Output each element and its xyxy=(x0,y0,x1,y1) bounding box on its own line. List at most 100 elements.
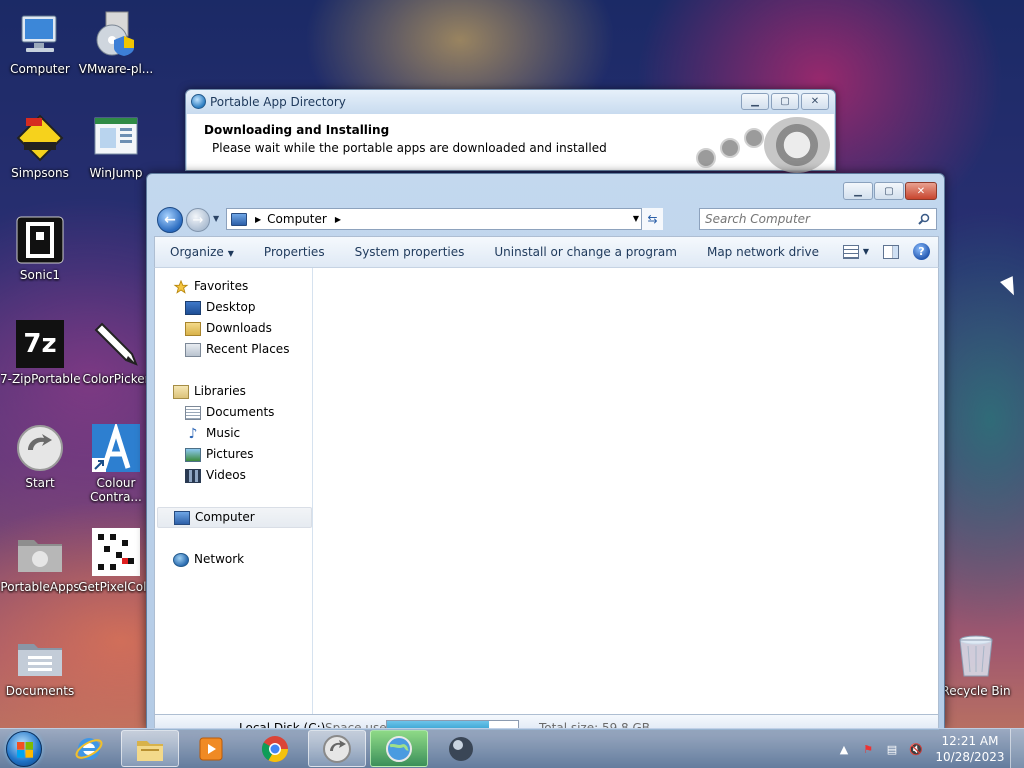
preview-pane-icon[interactable] xyxy=(883,244,899,259)
taskbar-sphere-app[interactable] xyxy=(432,730,490,767)
start-button[interactable] xyxy=(6,731,42,767)
desktop-icon-computer[interactable]: Computer xyxy=(0,10,80,76)
organize-button[interactable]: Organize ▼ xyxy=(155,245,249,259)
explorer-close-button[interactable]: ✕ xyxy=(905,182,937,200)
nav-computer[interactable]: Computer xyxy=(157,507,312,528)
nav-desktop-label: Desktop xyxy=(206,300,256,314)
properties-button[interactable]: Properties xyxy=(249,245,340,259)
address-dropdown-icon[interactable]: ▼ xyxy=(633,214,639,223)
volume-muted-icon[interactable]: 🔇 xyxy=(908,741,924,757)
desktop-icon-label: Start xyxy=(25,476,55,490)
network-status-icon[interactable]: ▤ xyxy=(884,741,900,757)
desktop-icon-label: Sonic1 xyxy=(19,268,61,282)
nav-desktop[interactable]: Desktop xyxy=(185,297,256,318)
taskbar-portable-app-directory[interactable] xyxy=(370,730,428,767)
nav-libraries[interactable]: Libraries xyxy=(173,381,246,402)
star-icon xyxy=(173,279,189,294)
desktop-icon-winjump[interactable]: WinJump xyxy=(76,114,156,180)
portable-app-directory-window[interactable]: Portable App Directory ▁ ▢ ✕ Downloading… xyxy=(185,89,836,173)
taskbar-explorer[interactable] xyxy=(121,730,179,767)
close-button[interactable]: ✕ xyxy=(801,93,829,110)
desktop-icon-portableapps[interactable]: PortableApps xyxy=(0,528,80,594)
view-options-chevron-icon[interactable]: ▼ xyxy=(863,247,869,256)
action-center-flag-icon[interactable]: ⚑ xyxy=(860,741,876,757)
search-box[interactable] xyxy=(699,208,937,230)
nav-documents[interactable]: Documents xyxy=(185,402,274,423)
show-hidden-icons-icon[interactable]: ▲ xyxy=(836,741,852,757)
taskbar-media-player[interactable] xyxy=(182,730,240,767)
uninstall-program-button[interactable]: Uninstall or change a program xyxy=(479,245,692,259)
minimize-icon: ▁ xyxy=(854,185,862,197)
contrast-analyser-icon xyxy=(92,421,140,472)
refresh-button[interactable]: ⇆ xyxy=(641,208,663,230)
recent-places-icon xyxy=(185,342,201,357)
clock-time: 12:21 AM xyxy=(941,734,999,748)
help-button[interactable]: ? xyxy=(913,243,930,260)
pad-window-title: Portable App Directory xyxy=(210,95,346,109)
globe-icon xyxy=(191,94,206,109)
nav-pictures[interactable]: Pictures xyxy=(185,444,254,465)
breadcrumb-computer[interactable]: Computer xyxy=(267,212,327,226)
show-desktop-button[interactable] xyxy=(1010,729,1024,768)
7zip-icon: 7z xyxy=(16,320,64,368)
desktop-icon-recycle-bin[interactable]: Recycle Bin xyxy=(936,632,1016,698)
breadcrumb-separator-icon[interactable]: ▶ xyxy=(255,215,261,224)
desktop-icon-simpsons[interactable]: Simpsons xyxy=(0,114,80,180)
desktop-icon-documents[interactable]: Documents xyxy=(0,632,80,698)
nav-music[interactable]: ♪ Music xyxy=(185,423,241,444)
content-pane[interactable] xyxy=(313,268,939,714)
globe-icon xyxy=(386,735,412,762)
film-strip-icon xyxy=(185,468,201,483)
nav-downloads[interactable]: Downloads xyxy=(185,318,272,339)
desktop-icon-7zip[interactable]: 7z 7-ZipPortable xyxy=(0,320,80,386)
desktop-icon-label: Computer xyxy=(10,62,70,76)
nav-favorites[interactable]: Favorites xyxy=(173,276,248,297)
breadcrumb-separator-icon[interactable]: ▶ xyxy=(335,215,341,224)
media-player-icon xyxy=(199,737,223,760)
explorer-window[interactable]: ▁ ▢ ✕ ← → ▼ ▶ Computer ▶ ▼ ⇆ Organize▼ P… xyxy=(146,173,945,730)
pad-title-bar[interactable]: Portable App Directory ▁ ▢ ✕ xyxy=(186,90,835,114)
desktop-icon-label: VMware-pl... xyxy=(78,62,154,76)
recent-pages-button[interactable]: ▼ xyxy=(213,214,219,223)
taskbar-chrome[interactable] xyxy=(246,730,304,767)
downloads-folder-icon xyxy=(185,321,201,336)
desktop-icon-label: PortableApps xyxy=(0,580,80,594)
navigation-pane: Favorites Desktop Downloads Recent Place… xyxy=(154,268,313,714)
back-button[interactable]: ← xyxy=(157,207,183,233)
libraries-icon xyxy=(173,384,189,399)
explorer-minimize-button[interactable]: ▁ xyxy=(843,182,873,200)
maximize-button[interactable]: ▢ xyxy=(771,93,799,110)
desktop-icon-label: ColorPicker xyxy=(82,372,150,386)
desktop-icon-vmware[interactable]: VMware-pl... xyxy=(76,10,156,76)
nav-network[interactable]: Network xyxy=(173,549,244,570)
explorer-maximize-button[interactable]: ▢ xyxy=(874,182,904,200)
clock[interactable]: 12:21 AM 10/28/2023 xyxy=(934,733,1006,765)
desktop-icon-start[interactable]: Start xyxy=(0,424,80,490)
system-properties-button[interactable]: System properties xyxy=(340,245,480,259)
desktop-icon-colorpicker[interactable]: ColorPicker xyxy=(76,320,156,386)
change-view-icon[interactable] xyxy=(842,244,859,259)
desktop-icon-colour-contrast[interactable]: Colour Contra... xyxy=(76,421,156,504)
portableapps-icon xyxy=(323,734,351,763)
desktop-icon-label: Recycle Bin xyxy=(941,684,1011,698)
chevron-down-icon: ▼ xyxy=(213,214,220,223)
cloud-badge-icon xyxy=(744,128,764,148)
nav-libraries-label: Libraries xyxy=(194,384,246,398)
nav-favorites-label: Favorites xyxy=(194,279,249,293)
desktop-icon-sonic1[interactable]: Sonic1 xyxy=(0,216,80,282)
desktop-icon-getpixelcolor[interactable]: GetPixelColo xyxy=(76,528,156,594)
command-bar: Organize ▼ Properties System properties U… xyxy=(154,236,939,268)
map-network-drive-button[interactable]: Map network drive xyxy=(692,245,834,259)
taskbar-portableapps[interactable] xyxy=(308,730,366,767)
forward-button[interactable]: → xyxy=(186,208,210,232)
address-bar[interactable]: ▶ Computer ▶ ▼ ⇆ xyxy=(226,208,663,230)
minimize-button[interactable]: ▁ xyxy=(741,93,769,110)
search-input[interactable] xyxy=(705,212,905,226)
computer-icon xyxy=(231,212,247,226)
nav-recent-places[interactable]: Recent Places xyxy=(185,339,289,360)
nav-videos[interactable]: Videos xyxy=(185,465,246,486)
search-icon xyxy=(918,213,930,225)
taskbar-ie[interactable] xyxy=(60,730,118,767)
chevron-down-icon: ▼ xyxy=(227,249,234,258)
nav-recent-places-label: Recent Places xyxy=(206,342,290,356)
